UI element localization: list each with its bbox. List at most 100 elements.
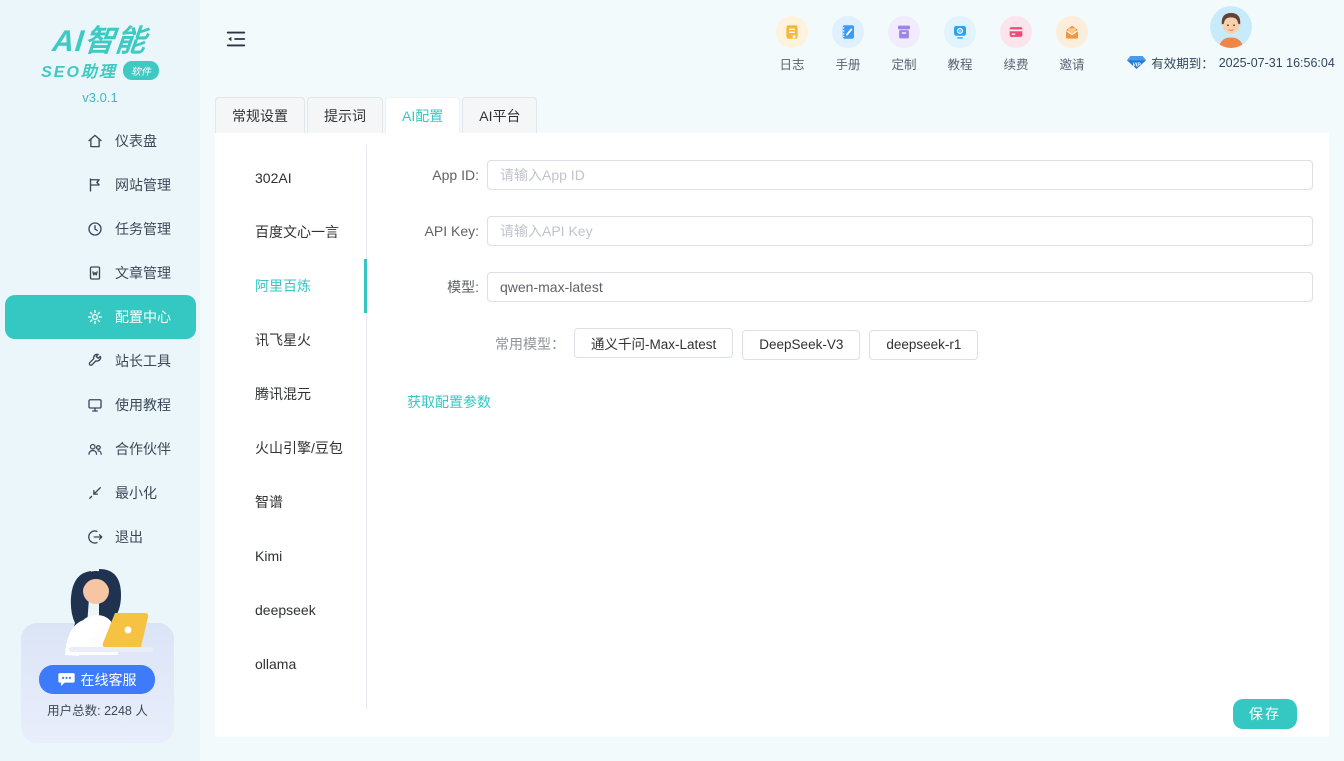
common-models-label: 常用模型： bbox=[495, 334, 565, 354]
provider-item-3[interactable]: 讯飞星火 bbox=[215, 313, 367, 367]
sidebar: AI智能 SEO助理 软件 v3.0.1 仪表盘网站管理任务管理文章管理配置中心… bbox=[0, 0, 200, 761]
sidebar-item-label: 网站管理 bbox=[115, 175, 171, 195]
provider-item-8[interactable]: deepseek bbox=[215, 583, 367, 637]
sidebar-item-partners[interactable]: 合作伙伴 bbox=[0, 427, 200, 471]
invite-mail-icon bbox=[1056, 16, 1088, 48]
api-key-input[interactable] bbox=[487, 216, 1313, 246]
sidebar-item-label: 最小化 bbox=[115, 483, 157, 503]
logout-icon bbox=[86, 528, 104, 546]
provider-item-6[interactable]: 智谱 bbox=[215, 475, 367, 529]
sidebar-item-label: 退出 bbox=[115, 527, 143, 547]
logo-title: AI智能 bbox=[51, 16, 150, 60]
provider-item-2[interactable]: 阿里百炼 bbox=[215, 259, 367, 313]
online-service-label: 在线客服 bbox=[81, 670, 137, 690]
provider-item-9[interactable]: ollama bbox=[215, 637, 367, 691]
menu-fold-icon[interactable] bbox=[225, 28, 247, 50]
sidebar-item-flag[interactable]: 网站管理 bbox=[0, 163, 200, 207]
quick-link-label: 邀请 bbox=[1059, 54, 1084, 73]
header-quick-links: 日志 手册 定制 教程 续费 邀请 bbox=[774, 16, 1090, 73]
provider-config-form: App ID: API Key: 模型: 常用模型： 通义千问-Max-Late… bbox=[367, 133, 1329, 737]
support-agent-illustration bbox=[29, 563, 169, 671]
flag-icon bbox=[86, 176, 104, 194]
sidebar-item-label: 文章管理 bbox=[115, 263, 171, 283]
quick-link-tutorial-screen[interactable]: 教程 bbox=[942, 16, 978, 73]
settings-content: 常规设置提示词AI配置AI平台 302AI百度文心一言阿里百炼讯飞星火腾讯混元火… bbox=[215, 97, 1329, 737]
partners-icon bbox=[86, 440, 104, 458]
quick-link-invite-mail[interactable]: 邀请 bbox=[1054, 16, 1090, 73]
sidebar-item-label: 仪表盘 bbox=[115, 131, 157, 151]
sidebar-item-label: 使用教程 bbox=[115, 395, 171, 415]
monitor-icon bbox=[86, 396, 104, 414]
tab-2[interactable]: AI配置 bbox=[385, 97, 460, 133]
tab-0[interactable]: 常规设置 bbox=[215, 97, 305, 133]
provider-item-4[interactable]: 腾讯混元 bbox=[215, 367, 367, 421]
provider-item-0[interactable]: 302AI bbox=[215, 151, 367, 205]
quick-link-log-note[interactable]: 日志 bbox=[774, 16, 810, 73]
settings-tabs: 常规设置提示词AI配置AI平台 bbox=[215, 97, 1329, 133]
app-id-input[interactable] bbox=[487, 160, 1313, 190]
tutorial-screen-icon bbox=[944, 16, 976, 48]
logo-subtitle: SEO助理 bbox=[41, 58, 117, 82]
document-icon bbox=[86, 264, 104, 282]
vip-diamond-icon: VIP bbox=[1127, 55, 1146, 70]
ai-config-panel: 302AI百度文心一言阿里百炼讯飞星火腾讯混元火山引擎/豆包智谱Kimideep… bbox=[215, 133, 1329, 737]
common-model-button-0[interactable]: 通义千问-Max-Latest bbox=[574, 328, 733, 358]
common-model-button-1[interactable]: DeepSeek-V3 bbox=[742, 330, 860, 360]
minimize-icon bbox=[86, 484, 104, 502]
sidebar-item-gear[interactable]: 配置中心 bbox=[5, 295, 196, 339]
manual-book-icon bbox=[832, 16, 864, 48]
vip-expiry: VIP 有效期到： 2025-07-31 16:56:04 bbox=[1127, 53, 1335, 72]
user-total-count: 用户总数: 2248 人 bbox=[21, 700, 174, 719]
provider-item-5[interactable]: 火山引擎/豆包 bbox=[215, 421, 367, 475]
online-service-button[interactable]: 在线客服 bbox=[39, 665, 155, 694]
account-area: VIP 有效期到： 2025-07-31 16:56:04 bbox=[1125, 6, 1337, 72]
provider-item-7[interactable]: Kimi bbox=[215, 529, 367, 583]
chat-bubble-icon bbox=[58, 672, 75, 687]
sidebar-item-label: 站长工具 bbox=[115, 351, 171, 371]
logo-badge: 软件 bbox=[123, 61, 159, 80]
renew-card-icon bbox=[1000, 16, 1032, 48]
sidebar-nav: 仪表盘网站管理任务管理文章管理配置中心站长工具使用教程合作伙伴最小化退出 bbox=[0, 119, 200, 559]
api-key-label: API Key: bbox=[367, 223, 487, 239]
quick-link-custom-box[interactable]: 定制 bbox=[886, 16, 922, 73]
common-models-buttons: 通义千问-Max-Latest DeepSeek-V3 deepseek-r1 bbox=[565, 328, 978, 360]
get-config-params-link[interactable]: 获取配置参数 bbox=[407, 392, 491, 412]
svg-text:VIP: VIP bbox=[1133, 62, 1142, 68]
avatar[interactable] bbox=[1210, 6, 1252, 48]
vip-expiry-label: 有效期到： bbox=[1151, 53, 1214, 72]
sidebar-item-clock[interactable]: 任务管理 bbox=[0, 207, 200, 251]
customer-service-card: 在线客服 用户总数: 2248 人 bbox=[21, 623, 174, 743]
quick-link-manual-book[interactable]: 手册 bbox=[830, 16, 866, 73]
sidebar-item-label: 任务管理 bbox=[115, 219, 171, 239]
tab-1[interactable]: 提示词 bbox=[307, 97, 383, 133]
quick-link-renew-card[interactable]: 续费 bbox=[998, 16, 1034, 73]
common-model-button-2[interactable]: deepseek-r1 bbox=[869, 330, 978, 360]
clock-icon bbox=[86, 220, 104, 238]
log-note-icon bbox=[776, 16, 808, 48]
app-logo: AI智能 SEO助理 软件 v3.0.1 bbox=[0, 0, 200, 105]
quick-link-label: 续费 bbox=[1003, 54, 1028, 73]
common-models-row: 常用模型： 通义千问-Max-Latest DeepSeek-V3 deepseek… bbox=[367, 328, 1313, 360]
wrench-icon bbox=[86, 352, 104, 370]
tab-3[interactable]: AI平台 bbox=[462, 97, 537, 133]
app-version: v3.0.1 bbox=[0, 90, 200, 105]
sidebar-item-document[interactable]: 文章管理 bbox=[0, 251, 200, 295]
quick-link-label: 定制 bbox=[891, 54, 916, 73]
model-input[interactable] bbox=[487, 272, 1313, 302]
save-button[interactable]: 保存 bbox=[1233, 699, 1297, 729]
sidebar-item-wrench[interactable]: 站长工具 bbox=[0, 339, 200, 383]
quick-link-label: 手册 bbox=[835, 54, 860, 73]
sidebar-item-minimize[interactable]: 最小化 bbox=[0, 471, 200, 515]
quick-link-label: 教程 bbox=[947, 54, 972, 73]
sidebar-item-logout[interactable]: 退出 bbox=[0, 515, 200, 559]
provider-item-1[interactable]: 百度文心一言 bbox=[215, 205, 367, 259]
quick-link-label: 日志 bbox=[779, 54, 804, 73]
main-area: 日志 手册 定制 教程 续费 邀请 VIP 有效期到： 2025-07-31 16:56:… bbox=[200, 0, 1344, 761]
sidebar-item-label: 配置中心 bbox=[115, 307, 171, 327]
sidebar-item-monitor[interactable]: 使用教程 bbox=[0, 383, 200, 427]
vip-expiry-value: 2025-07-31 16:56:04 bbox=[1219, 56, 1335, 70]
model-label: 模型: bbox=[367, 277, 487, 297]
sidebar-item-home[interactable]: 仪表盘 bbox=[0, 119, 200, 163]
custom-box-icon bbox=[888, 16, 920, 48]
sidebar-item-label: 合作伙伴 bbox=[115, 439, 171, 459]
